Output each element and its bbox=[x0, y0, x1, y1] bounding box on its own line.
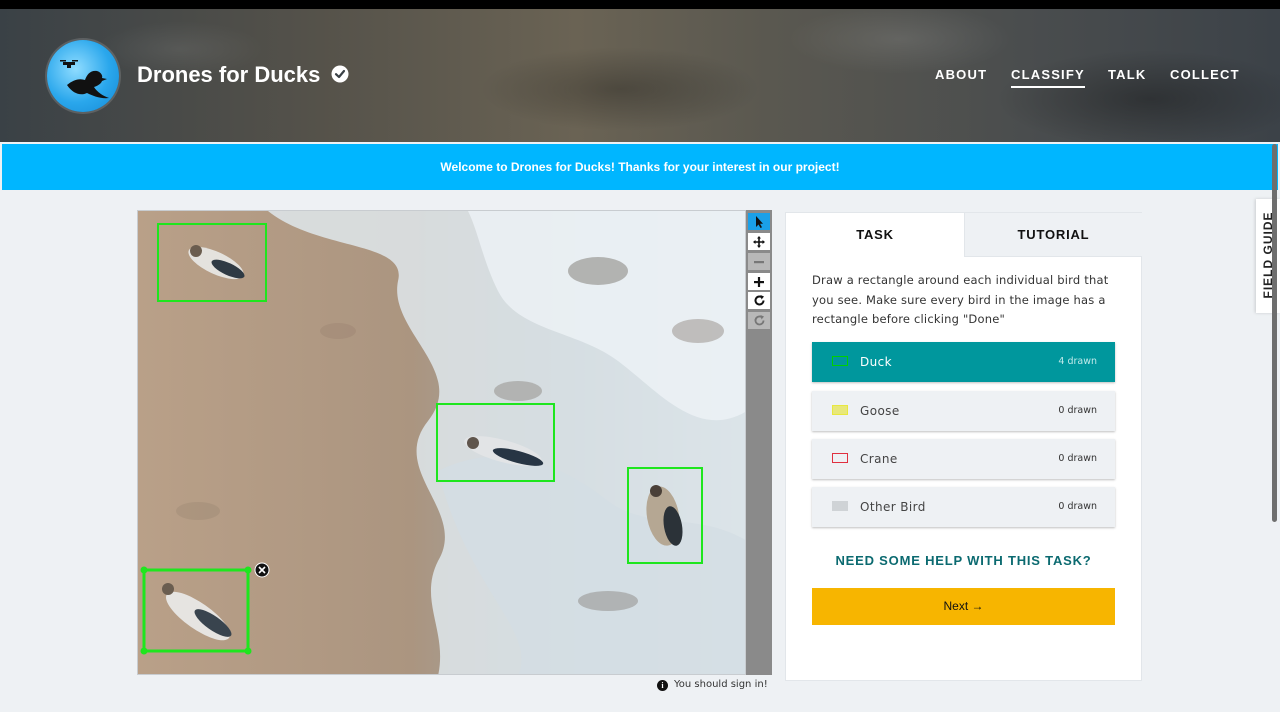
choice-count: 0 drawn bbox=[1058, 453, 1097, 464]
top-bar bbox=[0, 0, 1280, 9]
choice-label: Duck bbox=[860, 355, 892, 369]
resize-handle[interactable] bbox=[244, 566, 252, 574]
signin-notice: i You should sign in! bbox=[657, 678, 768, 692]
next-button[interactable]: Next → bbox=[812, 588, 1115, 625]
zoom-out-icon[interactable] bbox=[748, 253, 770, 270]
page-scrollbar[interactable] bbox=[1272, 144, 1277, 522]
choice-label: Crane bbox=[860, 452, 898, 466]
choice-duck[interactable]: Duck 4 drawn bbox=[812, 342, 1115, 382]
nav-collect[interactable]: COLLECT bbox=[1170, 66, 1240, 84]
choice-label: Goose bbox=[860, 404, 900, 418]
choice-count: 0 drawn bbox=[1058, 405, 1097, 416]
resize-handle[interactable] bbox=[244, 647, 252, 655]
subject-image[interactable] bbox=[138, 211, 746, 675]
project-logo[interactable] bbox=[47, 40, 119, 112]
duck-swatch-icon bbox=[832, 356, 848, 366]
tab-tutorial[interactable]: TUTORIAL bbox=[964, 213, 1142, 257]
tab-task[interactable]: TASK bbox=[786, 213, 964, 257]
crane-swatch-icon bbox=[832, 453, 848, 463]
task-panel: TASK TUTORIAL Draw a rectangle around ea… bbox=[785, 212, 1142, 681]
resize-handle[interactable] bbox=[140, 647, 148, 655]
zoom-in-icon[interactable] bbox=[748, 273, 770, 290]
reset-icon[interactable] bbox=[748, 312, 770, 329]
pointer-icon[interactable] bbox=[748, 213, 770, 230]
choice-crane[interactable]: Crane 0 drawn bbox=[812, 439, 1115, 479]
task-instructions: Draw a rectangle around each individual … bbox=[812, 273, 1109, 326]
other-bird-swatch-icon bbox=[832, 501, 848, 511]
choice-other-bird[interactable]: Other Bird 0 drawn bbox=[812, 487, 1115, 527]
subject-viewer[interactable] bbox=[137, 210, 746, 675]
move-icon[interactable] bbox=[748, 233, 770, 250]
delete-mark-icon[interactable] bbox=[254, 562, 270, 578]
welcome-banner: Welcome to Drones for Ducks! Thanks for … bbox=[2, 144, 1278, 190]
choice-count: 0 drawn bbox=[1058, 501, 1097, 512]
nav-about[interactable]: ABOUT bbox=[935, 66, 987, 84]
verified-badge-icon bbox=[331, 65, 349, 83]
nav-talk[interactable]: TALK bbox=[1108, 66, 1147, 84]
signin-text: You should sign in! bbox=[674, 679, 768, 690]
nav-classify[interactable]: CLASSIFY bbox=[1011, 66, 1085, 88]
choice-count: 4 drawn bbox=[1058, 356, 1097, 367]
duck-drone-logo bbox=[60, 60, 109, 99]
task-help-link[interactable]: NEED SOME HELP WITH THIS TASK? bbox=[786, 553, 1141, 568]
choice-goose[interactable]: Goose 0 drawn bbox=[812, 391, 1115, 431]
project-title[interactable]: Drones for Ducks bbox=[137, 60, 320, 90]
goose-swatch-icon bbox=[832, 405, 848, 415]
choice-label: Other Bird bbox=[860, 500, 926, 514]
rotate-icon[interactable] bbox=[748, 292, 770, 309]
resize-handle[interactable] bbox=[140, 566, 148, 574]
info-icon: i bbox=[657, 680, 668, 691]
